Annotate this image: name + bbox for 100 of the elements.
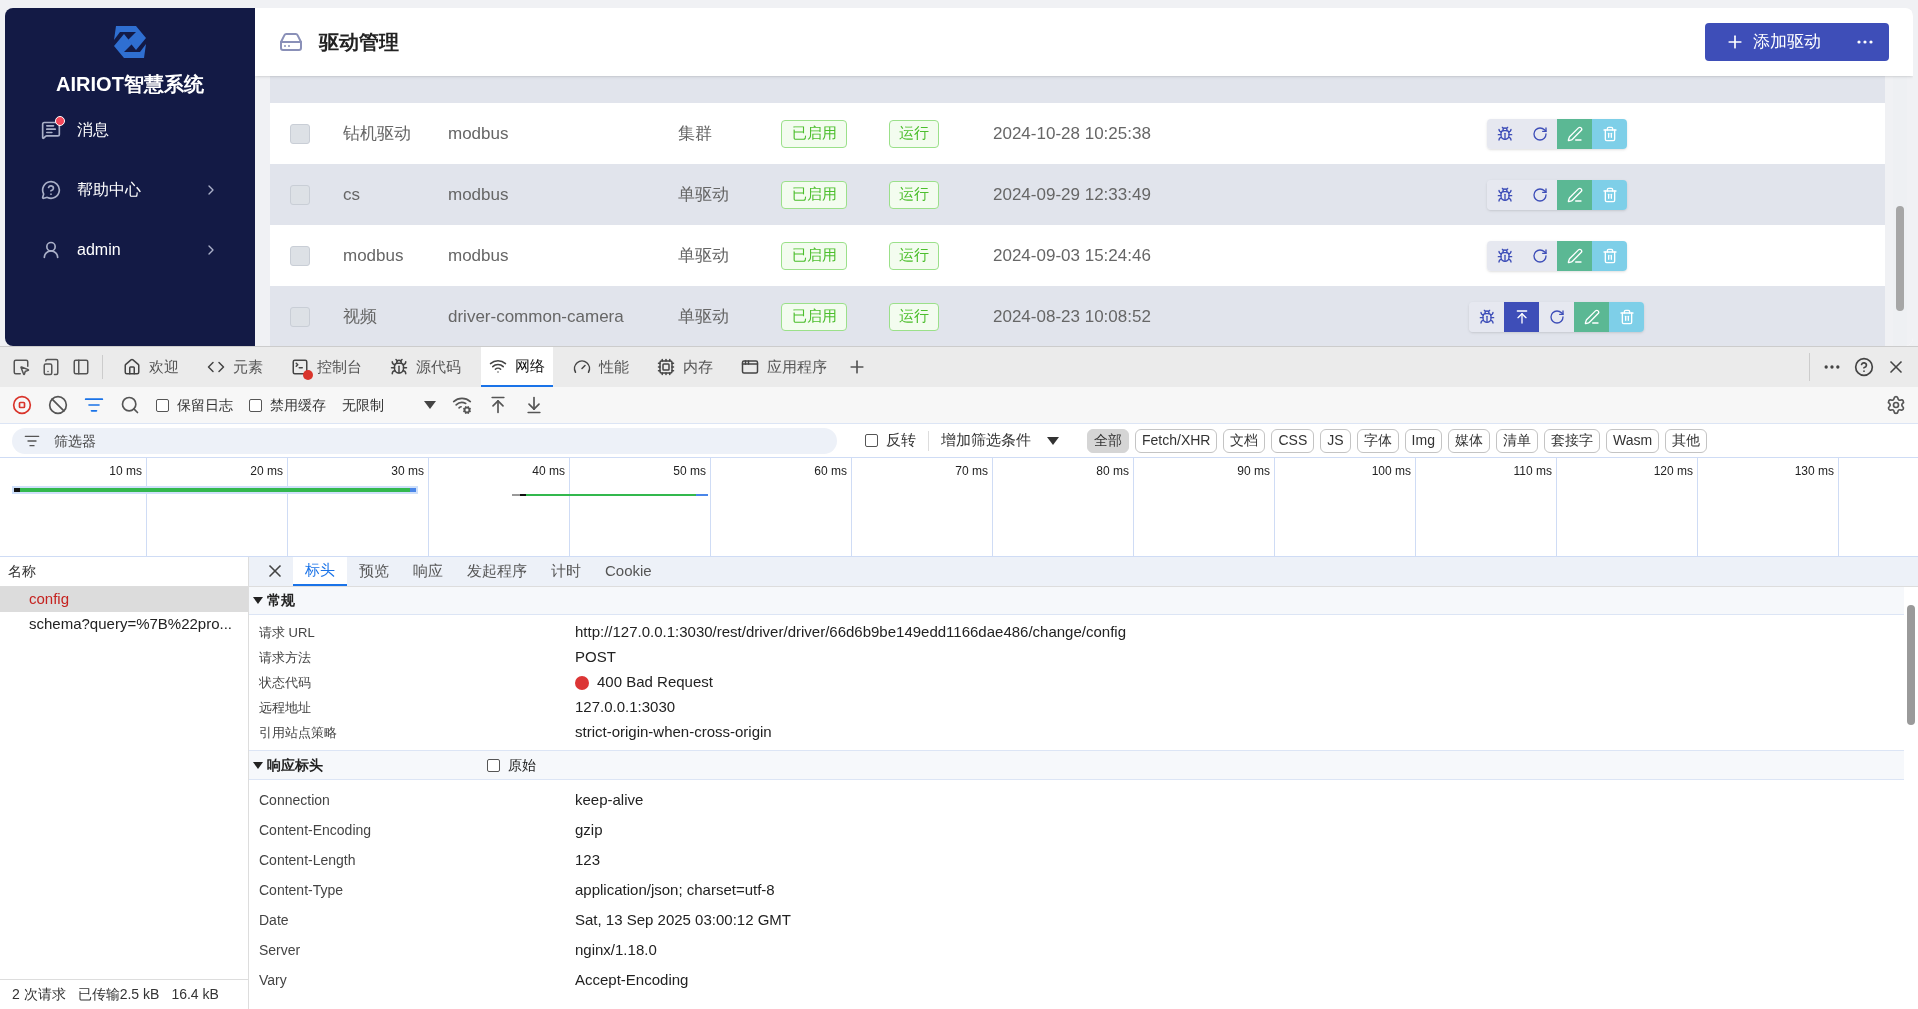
pen-icon — [1566, 247, 1583, 264]
search-icon[interactable] — [120, 395, 140, 415]
request-item[interactable]: schema?query=%7B%22pro... — [0, 612, 248, 637]
section-header[interactable]: 响应标头 原始 — [249, 750, 1904, 780]
timeline-tick: 120 ms — [1653, 463, 1693, 480]
detail-tab[interactable]: 发起程序 — [455, 557, 539, 586]
import-icon[interactable] — [488, 395, 508, 415]
export-icon[interactable] — [524, 395, 544, 415]
request-item[interactable]: config — [0, 587, 248, 612]
devtools-tab[interactable]: 应用程序 — [733, 347, 835, 387]
inspect-icon[interactable] — [12, 358, 30, 376]
record-stop-icon[interactable] — [12, 395, 32, 415]
checkbox[interactable] — [249, 398, 262, 412]
header-value: nginx/1.18.0 — [575, 939, 657, 960]
table-cell-text: 2024-10-28 10:25:38 — [993, 122, 1152, 145]
header-name: Date — [259, 910, 290, 930]
nav-item[interactable]: 消息 — [5, 100, 255, 160]
settings-icon[interactable] — [1886, 395, 1906, 415]
type-filter-chip[interactable]: 字体 — [1356, 428, 1399, 453]
detail-tab[interactable]: 标头 — [293, 557, 347, 586]
trash-icon — [1601, 247, 1618, 264]
debug-button[interactable] — [1487, 240, 1522, 271]
timeline-tick: 100 ms — [1371, 463, 1411, 480]
add-filter-dropdown[interactable]: 增加筛选条件 — [941, 429, 1059, 452]
type-filter-chip[interactable]: Wasm — [1605, 428, 1660, 453]
pen-icon — [1566, 125, 1583, 142]
header-name: 远程地址 — [259, 698, 312, 717]
restart-button[interactable] — [1522, 179, 1557, 210]
header-value: http://127.0.0.1:3030/rest/driver/driver/66d6b9be149edd1166dae486/change/config — [575, 622, 1126, 643]
throttle-dropdown[interactable]: 无限制 — [342, 394, 436, 416]
panel-icon[interactable] — [72, 358, 90, 376]
header-value: 123 — [575, 849, 601, 870]
bug-icon — [1478, 308, 1495, 325]
page-title: 驱动管理 — [319, 30, 399, 55]
nav-item[interactable]: admin — [5, 220, 255, 280]
logo-text: AIRIOT智慧系统 — [56, 72, 204, 96]
type-filter-chip[interactable]: 其他 — [1665, 428, 1708, 453]
filter-field[interactable]: 筛选器 — [12, 427, 837, 454]
restart-button[interactable] — [1522, 240, 1557, 271]
header-name: 请求 URL — [259, 623, 316, 642]
bug-icon — [1496, 247, 1513, 264]
devtools-tab[interactable]: 元素 — [199, 347, 271, 387]
run-badge: 运行 — [889, 119, 939, 148]
timeline-tick: 60 ms — [814, 463, 847, 480]
table-cell-text: modbus — [448, 122, 510, 145]
devtools-tab[interactable]: 欢迎 — [115, 347, 187, 387]
table-cell-text: 单驱动 — [678, 183, 730, 206]
row-checkbox[interactable] — [290, 245, 310, 266]
refresh-icon — [1531, 186, 1548, 203]
checkbox-label: 禁用缓存 — [270, 395, 326, 415]
checkbox[interactable] — [865, 434, 878, 447]
clear-icon[interactable] — [48, 395, 68, 415]
debug-button[interactable] — [1487, 118, 1522, 149]
upload-button[interactable] — [1504, 301, 1539, 332]
debug-button[interactable] — [1487, 179, 1522, 210]
type-filter-chip[interactable]: Fetch/XHR — [1135, 428, 1218, 453]
row-checkbox[interactable] — [290, 306, 310, 327]
header-value: Sat, 13 Sep 2025 03:00:12 GMT — [575, 909, 791, 930]
type-filter-chip[interactable]: CSS — [1271, 428, 1315, 453]
checkbox[interactable] — [487, 758, 500, 772]
type-filter-chip[interactable]: 清单 — [1495, 428, 1538, 453]
section-header[interactable]: 常规 — [249, 587, 1904, 615]
type-filter-chip[interactable]: 媒体 — [1447, 428, 1490, 453]
type-filter-chip[interactable]: 文档 — [1223, 428, 1266, 453]
status-badge: 已启用 — [781, 119, 847, 148]
table-cell-text: modbus — [448, 183, 510, 206]
timeline-tick: 110 ms — [1513, 463, 1552, 480]
table-cell-text: 2024-09-29 12:33:49 — [993, 183, 1152, 206]
summary-text: 已传输2.5 kB — [77, 985, 160, 1004]
nav-item[interactable]: 帮助中心 — [5, 160, 255, 220]
detail-tab[interactable]: 响应 — [401, 557, 455, 586]
devtools-tab[interactable]: 网络 — [481, 347, 553, 387]
table-cell-text: 2024-08-23 10:08:52 — [993, 305, 1152, 328]
header-value: strict-origin-when-cross-origin — [575, 722, 772, 743]
table-cell-text: 视频 — [343, 305, 378, 328]
type-filter-chip[interactable]: JS — [1320, 428, 1351, 453]
devtools-tab[interactable]: 源代码 — [382, 347, 469, 387]
type-filter-chip[interactable]: 套接字 — [1543, 428, 1600, 453]
debug-button[interactable] — [1469, 301, 1504, 332]
checkbox[interactable] — [156, 398, 169, 412]
detail-tab[interactable]: Cookie — [593, 557, 664, 586]
table-cell-text: cs — [343, 183, 361, 206]
row-checkbox[interactable] — [290, 123, 310, 144]
row-checkbox[interactable] — [290, 184, 310, 205]
device-icon[interactable] — [42, 358, 60, 376]
network-settings-icon[interactable] — [452, 395, 472, 415]
restart-button[interactable] — [1522, 118, 1557, 149]
devtools-tab[interactable]: 性能 — [565, 347, 637, 387]
trash-icon — [1601, 125, 1618, 142]
section-title: 响应标头 — [267, 755, 324, 775]
help-icon[interactable] — [1854, 357, 1874, 377]
detail-tab[interactable]: 预览 — [347, 557, 401, 586]
type-filter-chip[interactable]: Img — [1404, 428, 1442, 453]
devtools-tab[interactable]: 内存 — [649, 347, 721, 387]
filter-icon[interactable] — [84, 395, 104, 415]
restart-button[interactable] — [1539, 301, 1574, 332]
devtools-tab[interactable]: 控制台 — [283, 347, 370, 387]
chip-icon — [657, 358, 675, 376]
type-filter-chip[interactable]: 全部 — [1087, 428, 1129, 453]
detail-tab[interactable]: 计时 — [539, 557, 593, 586]
